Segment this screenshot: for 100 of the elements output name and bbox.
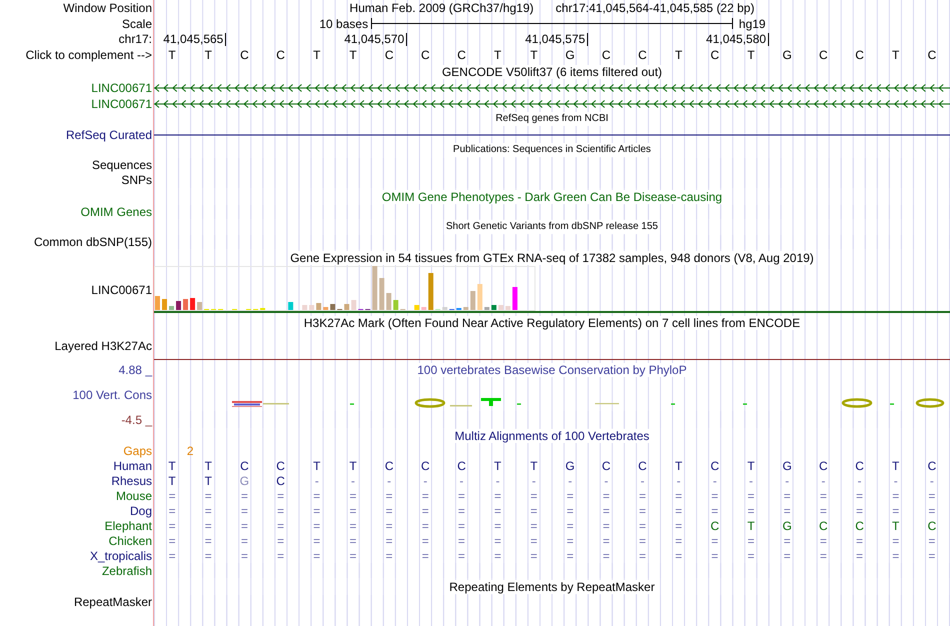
alignment-base: T bbox=[204, 474, 212, 488]
alignment-base: = bbox=[602, 548, 610, 562]
alignment-base: = bbox=[928, 504, 936, 518]
base-letter: T bbox=[747, 48, 755, 62]
base-letter: C bbox=[638, 48, 647, 62]
species-label[interactable]: X_tropicalis bbox=[90, 548, 152, 562]
alignment-base: = bbox=[168, 518, 176, 532]
alignment-base: C bbox=[638, 458, 647, 472]
species-label[interactable]: Dog bbox=[130, 504, 152, 518]
track-title: Publications: Sequences in Scientific Articles bbox=[451, 143, 653, 157]
alignment-base: = bbox=[638, 488, 646, 502]
species-label[interactable]: Chicken bbox=[108, 534, 152, 548]
track-title: RefSeq genes from NCBI bbox=[494, 112, 610, 126]
track-label[interactable]: Common dbSNP(155) bbox=[34, 235, 152, 249]
track-label[interactable]: SNPs bbox=[121, 173, 152, 187]
alignment-base: - bbox=[894, 474, 898, 488]
species-label[interactable]: Rhesus bbox=[111, 474, 152, 488]
alignment-base: = bbox=[386, 534, 393, 548]
alignment-base: - bbox=[858, 474, 862, 488]
ruler-tick: 41,045,565 bbox=[163, 32, 226, 46]
track-label[interactable]: RepeatMasker bbox=[74, 595, 152, 609]
alignment-base: = bbox=[494, 504, 502, 518]
base-letter: C bbox=[240, 48, 249, 62]
alignment-base: C bbox=[602, 458, 611, 472]
alignment-base: C bbox=[710, 458, 720, 472]
track-label[interactable]: LINC00671 bbox=[91, 96, 152, 110]
base-letter: T bbox=[313, 48, 320, 62]
alignment-base: = bbox=[313, 488, 320, 502]
alignment-base: - bbox=[785, 474, 790, 488]
alignment-base: = bbox=[638, 504, 646, 518]
species-label[interactable]: Zebrafish bbox=[102, 564, 152, 578]
base-letter: C bbox=[384, 48, 394, 62]
alignment-base: T bbox=[530, 458, 538, 472]
alignment-base: = bbox=[277, 488, 284, 502]
track-label[interactable]: Layered H3K27Ac bbox=[54, 339, 152, 353]
alignment-base: C bbox=[276, 458, 285, 472]
alignment-base: = bbox=[747, 534, 754, 548]
alignment-base: = bbox=[675, 504, 682, 518]
base-letter: T bbox=[530, 48, 538, 62]
gap-count: 2 bbox=[186, 444, 194, 458]
alignment-base: = bbox=[747, 488, 754, 502]
alignment-base: - bbox=[640, 474, 644, 488]
track-label[interactable]: LINC00671 bbox=[91, 81, 152, 95]
alignment-base: T bbox=[892, 518, 900, 532]
complement-link[interactable]: Click to complement --> bbox=[26, 48, 152, 62]
track-label[interactable]: Sequences bbox=[92, 158, 152, 172]
alignment-base: = bbox=[602, 518, 610, 532]
position-range: chr17:41,045,564-41,045,585 (22 bp) bbox=[556, 1, 754, 15]
alignment-base: = bbox=[240, 504, 248, 518]
base-letter: C bbox=[421, 48, 430, 62]
gene-arrows-drawing[interactable] bbox=[154, 98, 950, 108]
alignment-base: = bbox=[820, 548, 827, 562]
track-title: H3K27Ac Mark (Often Found Near Active Regulatory Elements) on 7 cell lines from ENCODE bbox=[302, 316, 802, 330]
track-label[interactable]: LINC00671 bbox=[91, 283, 152, 297]
alignment-base: T bbox=[349, 458, 357, 472]
species-label[interactable]: Human bbox=[113, 458, 152, 472]
alignment-base: = bbox=[638, 518, 646, 532]
track-title: 100 vertebrates Basewise Conservation by PhyloP bbox=[415, 363, 689, 377]
alignment-base: = bbox=[240, 548, 248, 562]
alignment-base: C bbox=[855, 518, 864, 532]
species-label[interactable]: Elephant bbox=[104, 518, 152, 532]
alignment-base: C bbox=[710, 518, 720, 532]
assembly-title: Human Feb. 2009 (GRCh37/hg19) bbox=[350, 1, 534, 15]
track-label[interactable]: OMIM Genes bbox=[80, 205, 152, 219]
alignment-base: = bbox=[458, 518, 466, 532]
track-title: Short Genetic Variants from dbSNP release 155 bbox=[444, 220, 660, 234]
alignment-base: = bbox=[530, 504, 538, 518]
alignment-base: G bbox=[240, 474, 250, 488]
alignment-base: = bbox=[856, 534, 864, 548]
row-label: chr17: bbox=[118, 32, 152, 46]
base-letter: G bbox=[782, 48, 792, 62]
alignment-base: = bbox=[313, 504, 320, 518]
alignment-base: - bbox=[423, 474, 428, 488]
alignment-base: = bbox=[784, 488, 791, 502]
alignment-base: = bbox=[602, 488, 610, 502]
alignment-base: = bbox=[892, 534, 900, 548]
alignment-base: = bbox=[204, 534, 212, 548]
alignment-base: C bbox=[855, 458, 864, 472]
alignment-base: T bbox=[892, 458, 900, 472]
track-label[interactable]: RefSeq Curated bbox=[66, 128, 152, 142]
alignment-base: G bbox=[782, 518, 792, 532]
alignment-base: = bbox=[204, 504, 212, 518]
alignment-base: = bbox=[675, 518, 682, 532]
alignment-base: - bbox=[314, 474, 319, 488]
alignment-base: = bbox=[349, 534, 356, 548]
base-letter: C bbox=[457, 48, 466, 62]
alignment-base: = bbox=[349, 504, 356, 518]
gene-arrows-drawing[interactable] bbox=[154, 83, 950, 93]
alignment-base: = bbox=[711, 548, 718, 562]
alignment-base: = bbox=[638, 534, 646, 548]
track-title: Gene Expression in 54 tissues from GTEx RNA-seq of 17382 samples, 948 donors (V8, Aug 2019) bbox=[288, 250, 816, 264]
alignment-base: - bbox=[676, 474, 681, 488]
alignment-base: = bbox=[458, 504, 466, 518]
ruler-tick: 41,045,570 bbox=[344, 32, 408, 46]
alignment-base: = bbox=[386, 504, 393, 518]
alignment-base: = bbox=[422, 548, 429, 562]
track-label[interactable]: 100 Vert. Cons bbox=[72, 388, 152, 402]
alignment-base: = bbox=[386, 548, 393, 562]
track-title: GENCODE V50lift37 (6 items filtered out) bbox=[440, 64, 664, 78]
species-label[interactable]: Mouse bbox=[116, 488, 152, 502]
